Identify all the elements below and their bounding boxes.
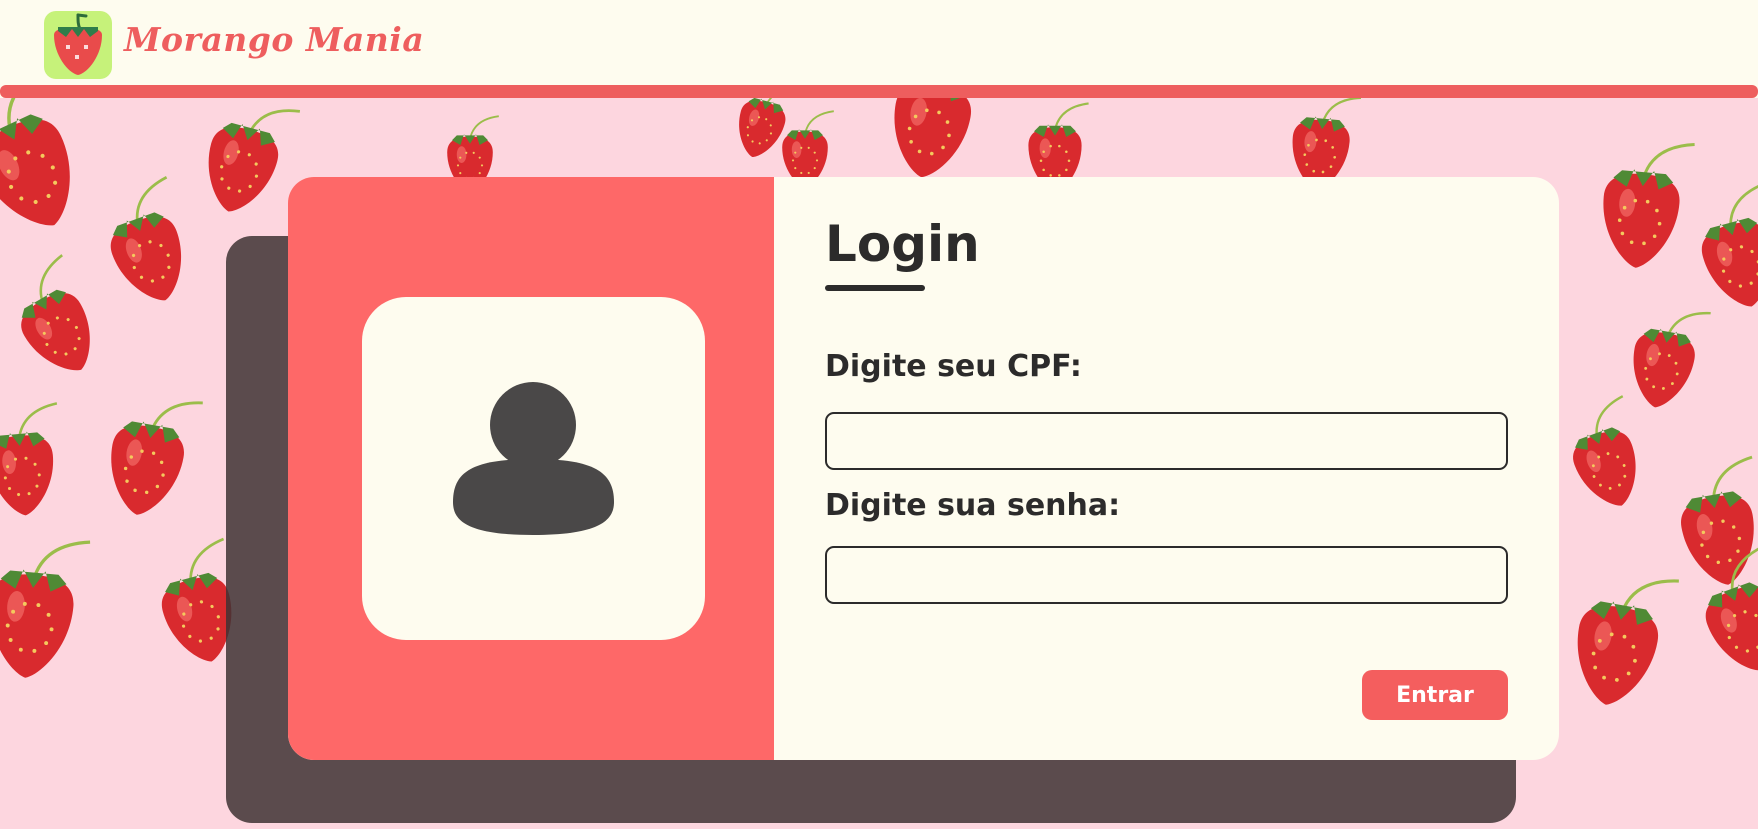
submit-button[interactable]: Entrar [1362,670,1508,720]
cpf-label: Digite seu CPF: [825,349,1082,384]
brand-name: Morango Mania [124,20,425,59]
strawberry-decoration [111,401,203,515]
avatar-panel [288,177,774,760]
password-label: Digite sua senha: [825,488,1121,523]
strawberry-decoration [21,254,90,371]
avatar [362,297,705,640]
strawberry-decoration [1603,142,1695,268]
login-card: Login Digite seu CPF: Digite sua senha: … [288,177,1559,760]
login-title: Login [825,215,980,273]
user-icon [453,382,614,535]
strawberry-decoration [110,176,181,301]
strawberry-decoration [1573,395,1636,506]
strawberry-decoration [894,98,971,178]
login-form: Login Digite seu CPF: Digite sua senha: … [774,177,1559,760]
strawberry-decoration [1633,311,1711,408]
strawberry-decoration [0,402,58,516]
header-divider [0,85,1758,98]
title-underline [825,285,925,291]
strawberry-decoration [1577,579,1679,705]
logo[interactable] [44,11,112,79]
strawberry-decoration [1701,182,1758,307]
strawberry-decoration [208,109,301,212]
strawberry-decoration [0,540,91,678]
header: Morango Mania [0,0,1758,98]
cpf-input[interactable] [825,412,1508,470]
strawberry-icon [54,13,102,75]
password-input[interactable] [825,546,1508,604]
strawberry-decoration [1681,455,1754,585]
strawberry-decoration [0,98,70,226]
